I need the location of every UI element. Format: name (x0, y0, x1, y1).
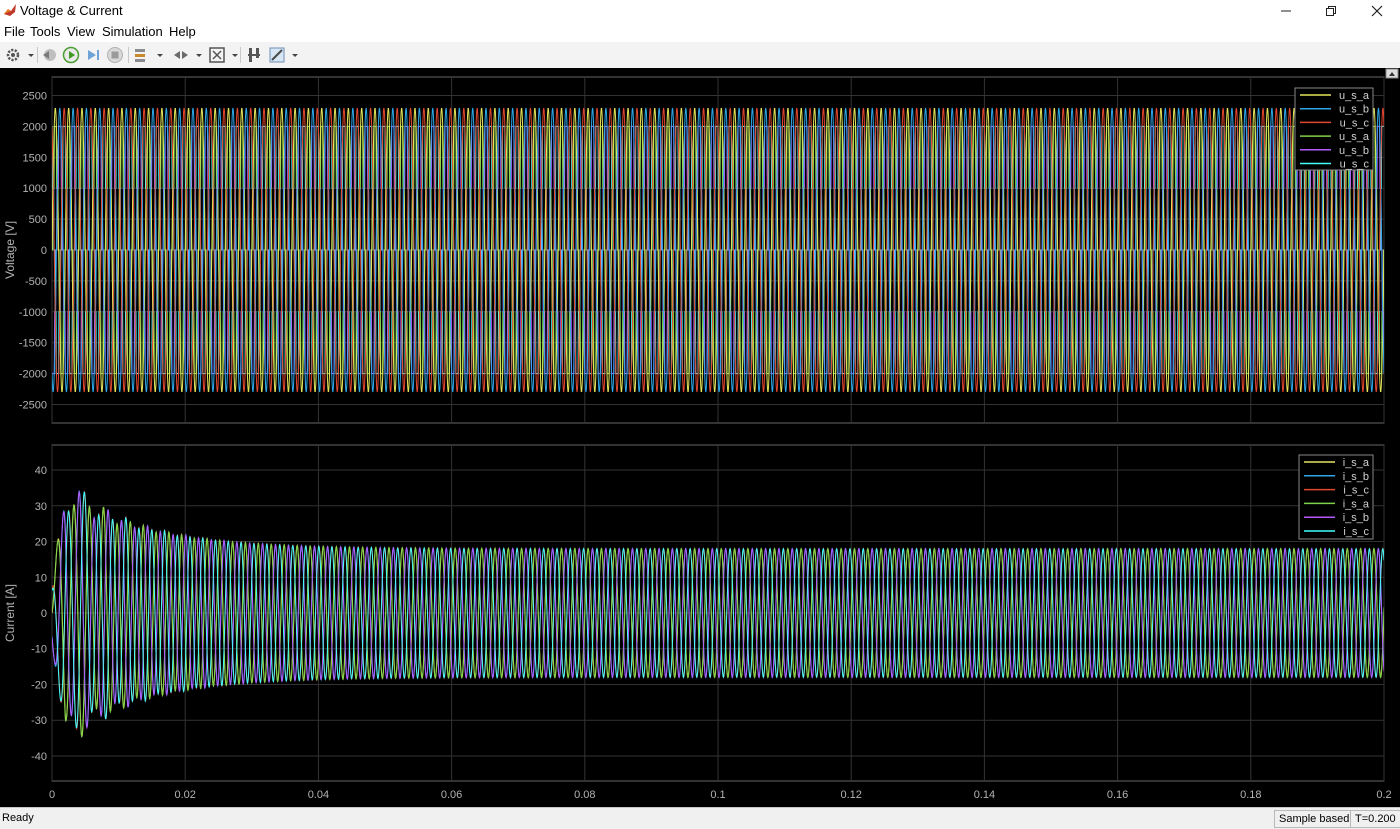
status-text: Ready (2, 812, 34, 824)
x-tick-label: 0.04 (308, 789, 329, 801)
y-tick-label: -1000 (19, 307, 47, 319)
close-icon (1371, 5, 1383, 17)
stop-button[interactable] (106, 46, 124, 64)
y-tick-label: 0 (41, 245, 47, 257)
cursor-measurement-button[interactable] (245, 46, 263, 64)
x-tick-label: 0.14 (974, 789, 995, 801)
sample-mode-indicator: Sample based (1274, 810, 1355, 828)
toolbar (0, 42, 1400, 69)
legend-entry-label: u_s_a (1339, 131, 1370, 143)
y-tick-label: -10 (31, 644, 47, 656)
toolbar-separator (128, 47, 129, 63)
menu-simulation[interactable]: Simulation (102, 24, 163, 39)
x-tick-label: 0.1 (710, 789, 725, 801)
x-tick-label: 0.16 (1107, 789, 1128, 801)
undock-legend-icon[interactable] (1385, 68, 1399, 79)
simulation-time-indicator: T=0.200 (1350, 810, 1400, 828)
x-tick-label: 0.06 (441, 789, 462, 801)
legend-entry-label: i_s_a (1343, 457, 1370, 469)
legend-entry-label: u_s_a (1339, 90, 1370, 102)
y-tick-label: 40 (35, 465, 47, 477)
menu-tools[interactable]: Tools (30, 24, 60, 39)
x-tick-label: 0.2 (1376, 789, 1391, 801)
y-tick-label: -1500 (19, 338, 47, 350)
plot-area: 2500 2000 1500 1000 500 0 -500 -1000 -1500 -2000-… (0, 68, 1400, 807)
y-tick-label: -40 (31, 751, 47, 763)
legend: u_s_au_s_bu_s_cu_s_au_s_bu_s_c (1294, 87, 1374, 171)
menu-help[interactable]: Help (169, 24, 196, 39)
y-tick-label: -30 (31, 715, 47, 727)
y-tick-label: 500 (29, 214, 47, 226)
y-tick-label: -500 (25, 276, 47, 288)
x-tick-label: 0.08 (574, 789, 595, 801)
y-tick-label: 10 (35, 572, 47, 584)
x-tick-label: 0 (49, 789, 55, 801)
y-tick-label: 2000 (23, 121, 47, 133)
close-button[interactable] (1354, 0, 1400, 22)
plot-panel-1: 2500 2000 1500 1000 500 0 -500 -1000 -1500 -2000 -… (3, 76, 1385, 424)
legend-entry-label: i_s_b (1343, 512, 1369, 524)
y-tick-label: 30 (35, 501, 47, 513)
highlight-dropdown-button[interactable] (133, 46, 165, 64)
run-button[interactable] (62, 46, 80, 64)
x-tick-label: 0.18 (1240, 789, 1261, 801)
step-back-button[interactable] (40, 46, 58, 64)
minimize-button[interactable] (1263, 0, 1309, 22)
toolbar-separator (240, 47, 241, 63)
scope-plots[interactable]: 25002000150010005000-500-1000-1500-2000-… (0, 68, 1400, 807)
menu-bar: File Tools View Simulation Help ↘ (0, 22, 1400, 58)
y-tick-label: 2500 (23, 91, 47, 103)
zoom-dropdown-button[interactable] (172, 46, 204, 64)
style-dropdown-button[interactable] (268, 46, 300, 64)
y-tick-label: 20 (35, 537, 47, 549)
restore-icon (1326, 6, 1336, 16)
minimize-icon (1281, 10, 1291, 12)
title-bar: Voltage & Current (0, 0, 1400, 22)
y-tick-label: -2000 (19, 369, 47, 381)
legend-entry-label: i_s_a (1343, 498, 1370, 510)
x-tick-label: 0.12 (840, 789, 861, 801)
legend-entry-label: u_s_c (1340, 117, 1370, 129)
x-tick-label: 0.02 (174, 789, 195, 801)
y-tick-label: -2500 (19, 399, 47, 411)
menu-file[interactable]: File (4, 24, 25, 39)
menu-view[interactable]: View (67, 24, 95, 39)
legend-entry-label: u_s_c (1340, 159, 1370, 171)
plot-panel-2: 403020100-10-20-30-40Current [A]i_s_ai_s… (3, 444, 1385, 782)
fit-to-view-button[interactable] (208, 46, 240, 64)
y-tick-label: -20 (31, 679, 47, 691)
y-tick-label: 1000 (23, 183, 47, 195)
legend-entry-label: u_s_b (1339, 145, 1369, 157)
matlab-app-icon (3, 3, 17, 17)
settings-dropdown-button[interactable] (4, 46, 36, 64)
y-tick-label: 0 (41, 608, 47, 620)
legend-entry-label: i_s_c (1343, 526, 1369, 538)
status-bar: Ready Sample based T=0.200 (0, 807, 1400, 829)
y-axis-label: Voltage [V] (3, 221, 17, 279)
legend-entry-label: i_s_b (1343, 471, 1369, 483)
window-title: Voltage & Current (20, 3, 123, 18)
legend-entry-label: i_s_c (1343, 485, 1369, 497)
legend-entry-label: u_s_b (1339, 104, 1369, 116)
restore-button[interactable] (1308, 0, 1354, 22)
y-tick-label: 1500 (23, 152, 47, 164)
y-axis-label: Current [A] (3, 584, 17, 642)
legend: i_s_ai_s_bi_s_ci_s_ai_s_bi_s_c (1298, 454, 1374, 540)
toolbar-separator (37, 47, 38, 63)
step-forward-button[interactable] (84, 46, 102, 64)
